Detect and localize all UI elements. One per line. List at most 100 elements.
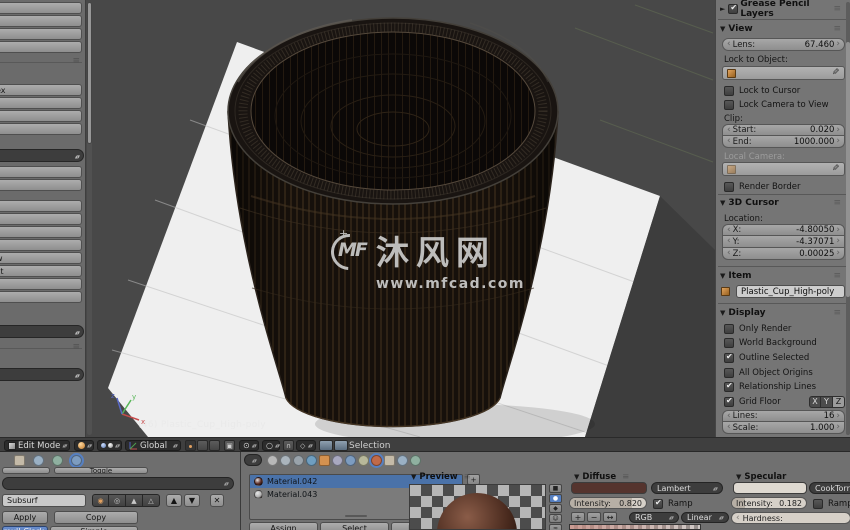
add-modifier-dropdown[interactable]: ▲▼ — [2, 477, 234, 490]
axis-y-button[interactable]: Y — [821, 395, 833, 408]
ramp-flip-button[interactable]: ↔ — [603, 512, 617, 522]
toolshelf-button[interactable] — [0, 291, 82, 303]
vertex-select-button[interactable] — [185, 440, 196, 451]
pivot-center-dropdown[interactable]: ⊙ ▲▼ — [239, 440, 259, 451]
simple-button[interactable]: Simple — [50, 526, 138, 530]
diffuse-ramp-toggle[interactable]: Ramp — [653, 498, 693, 509]
clip-start-field[interactable]: ‹ Start: 0.020 › — [722, 124, 845, 136]
eyedropper-icon[interactable]: ✎ — [832, 68, 840, 78]
physics-tab-icon[interactable] — [52, 455, 63, 466]
properties-region[interactable]: ► Grease Pencil Layers ≡ ▼ View ≡ ‹ Lens… — [715, 0, 850, 437]
transform-orientation-dropdown[interactable]: Global ▲▼ — [125, 440, 181, 451]
hardness-slider[interactable]: ‹ Hardness: — [731, 512, 850, 524]
cage-display-icon[interactable]: △ — [143, 494, 160, 507]
modifier-delete-button[interactable]: ✕ — [210, 494, 224, 507]
modifier-name-field[interactable]: Subsurf — [2, 494, 86, 507]
snap-magnet-button[interactable]: ∩ — [283, 440, 294, 451]
relationship-lines-toggle[interactable]: Relationship Lines — [724, 381, 816, 392]
increment-arrow-icon[interactable]: › — [836, 411, 840, 421]
toolshelf-button[interactable]: ex — [0, 84, 82, 96]
diffuse-intensity-slider[interactable]: Intensity: 0.820 — [569, 497, 647, 509]
axis-x-button[interactable]: X — [809, 395, 821, 408]
increment-arrow-icon[interactable]: › — [836, 249, 840, 258]
pivot-point-dropdown[interactable]: ▲▼ — [97, 440, 122, 451]
material-properties-editor[interactable]: ▲▼ Material.042Material.043 +−▾▲▼ Assign… — [240, 452, 850, 530]
modifiers-tab-icon[interactable] — [345, 455, 356, 466]
particles-tab-icon[interactable] — [397, 455, 408, 466]
ramp-interpolation-dropdown[interactable]: Linear ▲▼ — [681, 512, 729, 523]
specular-shader-dropdown[interactable]: CookTorr — [809, 482, 850, 494]
toolshelf-dropdown[interactable] — [0, 368, 84, 381]
lock-to-cursor-toggle[interactable]: Lock to Cursor — [724, 85, 800, 96]
decrement-arrow-icon[interactable]: ‹ — [727, 423, 731, 432]
diffuse-panel-header[interactable]: ▼ Diffuse ≡ — [574, 472, 629, 482]
ramp-blend-dropdown[interactable]: RGB ▲▼ — [629, 512, 679, 523]
item-panel-header[interactable]: ▼ Item ≡ — [720, 270, 846, 282]
increment-arrow-icon[interactable]: › — [836, 423, 840, 432]
preview-sphere-button[interactable]: ● — [549, 494, 562, 503]
increment-arrow-icon[interactable]: › — [836, 125, 840, 135]
grease-pencil-checkbox[interactable] — [728, 3, 739, 14]
snap-element-dropdown[interactable]: ◇ ▲▼ — [296, 440, 316, 451]
modifier-properties-editor[interactable]: Toggle ▲▼ Subsurf ◉ ◎ ▲ △ ▲ ▼ ✕ Apply Co… — [0, 452, 240, 530]
eyedropper-icon[interactable]: ✎ — [832, 164, 840, 174]
toolshelf-dropdown[interactable] — [0, 325, 84, 338]
modifiers-tab-icon[interactable] — [71, 455, 82, 466]
cursor-x-field[interactable]: ‹ X: -4.80050 › — [722, 224, 845, 236]
all-object-origins-toggle[interactable]: All Object Origins — [724, 367, 813, 378]
decrement-arrow-icon[interactable]: ‹ — [736, 513, 740, 523]
decrement-arrow-icon[interactable]: ‹ — [727, 137, 731, 146]
diffuse-color-swatch[interactable] — [571, 482, 647, 494]
toolshelf-button[interactable] — [0, 41, 82, 53]
render-border-toggle[interactable]: Render Border — [724, 181, 800, 192]
decrement-arrow-icon[interactable]: ‹ — [727, 125, 731, 135]
toolshelf-button[interactable]: w — [0, 252, 82, 264]
toggle-button[interactable]: Toggle — [54, 467, 148, 474]
cursor-y-field[interactable]: ‹ Y: -4.37071 › — [722, 236, 845, 248]
toolshelf-button[interactable] — [0, 239, 82, 251]
render-opengl-anim-button[interactable] — [334, 440, 348, 451]
object-tab-icon[interactable] — [319, 455, 330, 466]
viewport-header[interactable]: Edit Mode ▲▼ ▲▼ ▲▼ Global ▲▼ ▣ ⊙ ▲▼ ○ ▲▼… — [0, 437, 850, 452]
show-eye-icon[interactable]: ◎ — [109, 494, 126, 507]
increment-arrow-icon[interactable]: › — [836, 237, 840, 246]
grid-floor-toggle[interactable]: Grid Floor X Y Z — [724, 395, 845, 408]
preview-monkey-button[interactable]: ☺ — [549, 514, 562, 523]
increment-arrow-icon[interactable]: › — [836, 137, 840, 146]
data-tab-icon[interactable] — [358, 455, 369, 466]
local-camera-field[interactable]: ✎ — [722, 162, 845, 176]
increment-arrow-icon[interactable]: › — [836, 40, 840, 49]
decrement-arrow-icon[interactable]: ‹ — [727, 411, 731, 421]
layers-tab-icon[interactable] — [293, 455, 304, 466]
list-resize-grip[interactable] — [345, 515, 367, 517]
view-panel-header[interactable]: ▼ View ≡ — [720, 23, 846, 35]
proportional-edit-dropdown[interactable]: ○ ▲▼ — [262, 440, 280, 451]
toolshelf-button[interactable] — [0, 278, 82, 290]
outline-selected-toggle[interactable]: Outline Selected — [724, 352, 809, 363]
toolshelf-button[interactable] — [0, 179, 82, 191]
grid-scale-field[interactable]: ‹ Scale: 1.000 › — [722, 422, 845, 434]
partial-button[interactable] — [2, 467, 50, 474]
toolshelf-button[interactable] — [0, 200, 82, 212]
editor-type-menu[interactable]: ▲▼ — [244, 454, 262, 466]
modifier-move-down-button[interactable]: ▼ — [184, 494, 200, 507]
decrement-arrow-icon[interactable]: ‹ — [727, 249, 731, 258]
texture-tab-icon[interactable] — [14, 455, 25, 466]
specular-intensity-slider[interactable]: Intensity: 0.182 — [731, 497, 807, 509]
toolshelf-button[interactable] — [0, 166, 82, 178]
ramp-delete-button[interactable]: − — [587, 512, 601, 522]
physics-tab-icon[interactable] — [410, 455, 421, 466]
editmode-display-icon[interactable]: ▲ — [126, 494, 143, 507]
specular-panel-header[interactable]: ▼ Specular — [736, 472, 786, 482]
color-ramp-strip[interactable] — [569, 524, 701, 530]
world-tab-icon[interactable] — [306, 455, 317, 466]
cup-model[interactable] — [227, 17, 559, 428]
diffuse-shader-dropdown[interactable]: Lambert ▲▼ — [651, 482, 723, 494]
constraints-tab-icon[interactable] — [332, 455, 343, 466]
select-button[interactable]: Select — [320, 522, 389, 530]
axis-z-button[interactable]: Z — [833, 395, 845, 408]
catmull-clark-button[interactable]: Catmull-Clark — [2, 526, 48, 530]
toolshelf-button[interactable] — [0, 110, 82, 122]
viewport-shading-dropdown[interactable]: ▲▼ — [74, 440, 94, 451]
render-tab-icon[interactable] — [267, 455, 278, 466]
